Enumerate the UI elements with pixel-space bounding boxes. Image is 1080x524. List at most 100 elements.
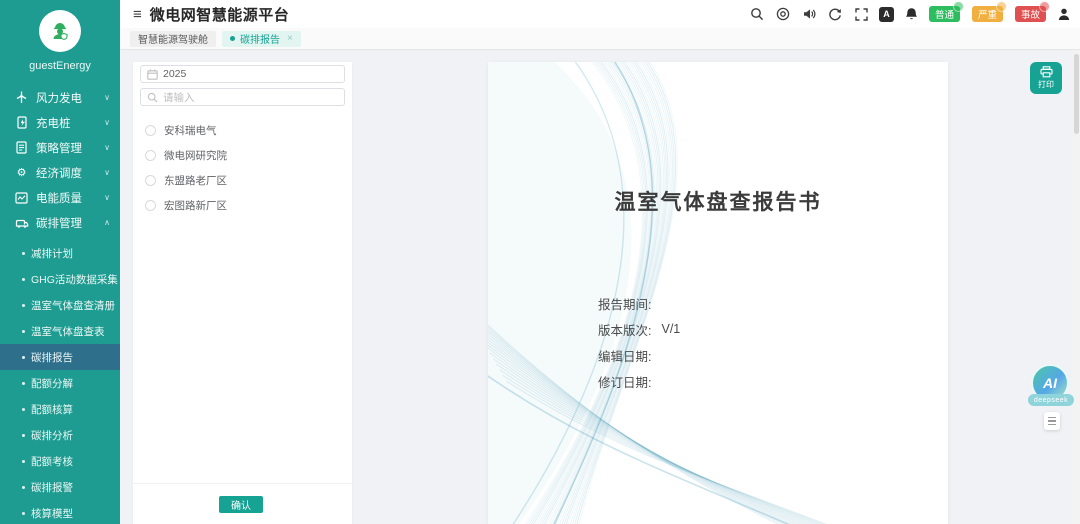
app-title: 微电网智慧能源平台 [150, 4, 290, 25]
report-field-label: 修订日期: [598, 372, 651, 391]
carbon-vehicle-icon [14, 216, 29, 230]
bullet-dot-icon [22, 512, 25, 515]
username: guestEnergy [0, 60, 120, 72]
tab-bar: 智慧能源驾驶舱 碳排报告 × [120, 28, 1080, 50]
search-icon [147, 92, 158, 103]
tab-carbon-report[interactable]: 碳排报告 × [222, 31, 301, 47]
user-icon[interactable] [1055, 6, 1072, 23]
sidebar-subitem[interactable]: 碳排报告 [0, 344, 120, 370]
sidebar-subitem[interactable]: 减排计划 [0, 240, 120, 266]
year-picker[interactable]: 2025 [140, 65, 345, 83]
chevron-down-icon: ∨ [104, 143, 110, 152]
ai-assistant-button[interactable]: AI deepseek [1031, 364, 1071, 416]
site-option-label: 东盟路老厂区 [164, 173, 227, 188]
site-option[interactable]: 宏图路新厂区 [133, 193, 352, 218]
close-tab-icon[interactable]: × [287, 33, 293, 44]
bell-icon[interactable] [903, 6, 920, 23]
chevron-down-icon: ∨ [104, 168, 110, 177]
report-field-row: 编辑日期: [598, 342, 680, 368]
sidebar-subitem-label: 温室气体盘查表 [31, 324, 105, 339]
wind-turbine-icon [14, 91, 29, 105]
bullet-dot-icon [22, 278, 25, 281]
report-cover-wave-decoration [488, 62, 948, 524]
year-value: 2025 [163, 68, 186, 80]
report-title: 温室气体盘查报告书 [488, 186, 948, 216]
collapse-menu-icon[interactable]: ≡ [133, 7, 142, 22]
panel-divider [133, 483, 352, 484]
page-scrollbar[interactable] [1073, 50, 1080, 524]
site-option[interactable]: 东盟路老厂区 [133, 168, 352, 193]
meter-icon [14, 191, 29, 205]
volume-icon[interactable] [801, 6, 818, 23]
ai-brand-label: deepseek [1028, 394, 1074, 406]
printer-icon [1040, 66, 1053, 78]
bullet-dot-icon [22, 252, 25, 255]
sidebar-subitem[interactable]: 碳排分析 [0, 422, 120, 448]
radio-icon[interactable] [145, 175, 156, 186]
top-header: ≡ 微电网智慧能源平台 A 普通严重事故 [120, 0, 1080, 28]
sidebar-item-wind-power[interactable]: 风力发电 ∨ [0, 85, 120, 110]
radio-icon[interactable] [145, 200, 156, 211]
bullet-dot-icon [22, 356, 25, 359]
bullet-dot-icon [22, 330, 25, 333]
document-icon [14, 141, 29, 155]
sidebar-subitem-label: 配额考核 [31, 454, 73, 469]
radio-icon[interactable] [145, 125, 156, 136]
sidebar-menu: 风力发电 ∨ 充电桩 ∨ 策略管理 ∨ ⚙ 经济调度 ∨ 电能质量 [0, 85, 120, 235]
tab-dashboard[interactable]: 智慧能源驾驶舱 [130, 31, 216, 47]
confirm-button[interactable]: 确认 [219, 496, 263, 513]
sidebar-subitem[interactable]: GHG活动数据采集 [0, 266, 120, 292]
site-option-label: 微电网研究院 [164, 148, 227, 163]
alarm-level-badge[interactable]: 事故 [1015, 6, 1046, 22]
report-field-row: 报告期间: [598, 290, 680, 316]
sidebar-subitem-label: 温室气体盘查清册 [31, 298, 115, 313]
chevron-up-icon: ∧ [104, 218, 110, 227]
search-icon[interactable] [749, 6, 766, 23]
search-placeholder: 请输入 [163, 90, 195, 105]
sidebar-item-economic-dispatch[interactable]: ⚙ 经济调度 ∨ [0, 160, 120, 185]
header-actions: A 普通严重事故 [749, 6, 1072, 23]
sidebar-subitem-label: GHG活动数据采集 [31, 272, 118, 287]
sidebar-subitem[interactable]: 温室气体盘查清册 [0, 292, 120, 318]
refresh-icon[interactable] [827, 6, 844, 23]
active-dot-icon [230, 36, 235, 41]
chevron-down-icon: ∨ [104, 118, 110, 127]
sidebar-item-carbon-management[interactable]: 碳排管理 ∧ [0, 210, 120, 235]
print-button[interactable]: 打印 [1030, 62, 1062, 94]
sidebar-subitem-label: 核算模型 [31, 506, 73, 521]
sidebar-subitem[interactable]: 碳排报警 [0, 474, 120, 500]
sidebar-item-power-quality[interactable]: 电能质量 ∨ [0, 185, 120, 210]
bullet-dot-icon [22, 408, 25, 411]
drag-handle-icon[interactable] [1044, 412, 1060, 430]
chevron-down-icon: ∨ [104, 93, 110, 102]
translate-icon[interactable]: A [879, 7, 894, 22]
report-field-row: 版本版次: V/1 [598, 316, 680, 342]
calendar-icon [147, 69, 158, 80]
site-option-label: 宏图路新厂区 [164, 198, 227, 213]
search-input[interactable]: 请输入 [140, 88, 345, 106]
sidebar-subitem[interactable]: 配额考核 [0, 448, 120, 474]
filter-panel: 2025 请输入 安科瑞电气 微电网研究院 东盟路老厂区 宏图路新厂区 确认 [133, 62, 352, 524]
report-field-label: 版本版次: [598, 320, 651, 339]
radio-icon[interactable] [145, 150, 156, 161]
bullet-dot-icon [22, 382, 25, 385]
alarm-level-badge[interactable]: 严重 [972, 6, 1003, 22]
site-option-label: 安科瑞电气 [164, 123, 217, 138]
target-icon[interactable] [775, 6, 792, 23]
sidebar-subitem[interactable]: 配额分解 [0, 370, 120, 396]
sidebar-item-strategy-management[interactable]: 策略管理 ∨ [0, 135, 120, 160]
print-label: 打印 [1038, 79, 1054, 90]
alarm-level-badge[interactable]: 普通 [929, 6, 960, 22]
scrollbar-thumb[interactable] [1074, 54, 1079, 134]
sidebar-subitem[interactable]: 配额核算 [0, 396, 120, 422]
bullet-dot-icon [22, 304, 25, 307]
sidebar-subitem[interactable]: 核算模型 [0, 500, 120, 524]
sidebar-subitem-label: 减排计划 [31, 246, 73, 261]
site-option[interactable]: 微电网研究院 [133, 143, 352, 168]
bullet-dot-icon [22, 460, 25, 463]
app-logo [0, 10, 120, 52]
sidebar-item-charging-pile[interactable]: 充电桩 ∨ [0, 110, 120, 135]
fullscreen-icon[interactable] [853, 6, 870, 23]
sidebar-subitem[interactable]: 温室气体盘查表 [0, 318, 120, 344]
site-option[interactable]: 安科瑞电气 [133, 118, 352, 143]
